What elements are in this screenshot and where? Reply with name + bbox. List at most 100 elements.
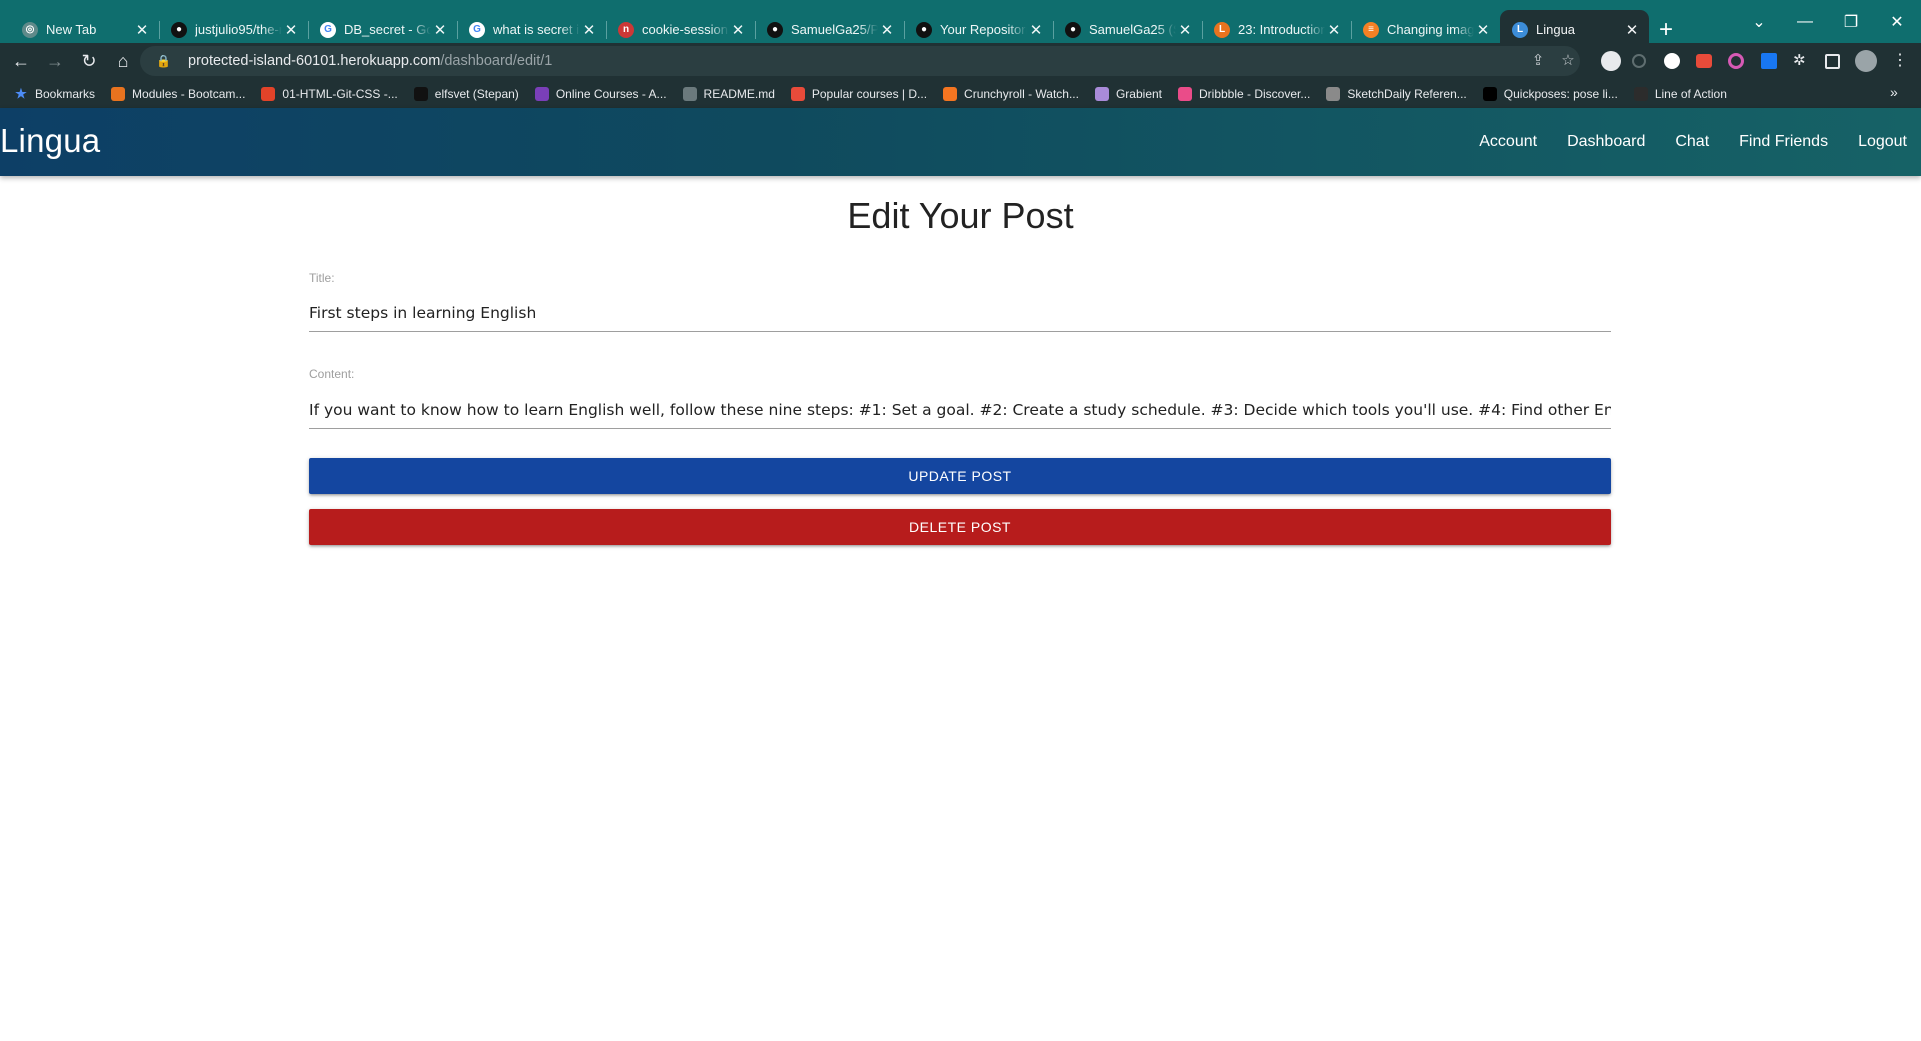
update-post-button[interactable]: UPDATE POST <box>309 458 1611 494</box>
bookmark-item[interactable]: elfsvet (Stepan) <box>413 86 519 101</box>
tab-close-icon[interactable]: ✕ <box>729 21 747 39</box>
tab-close-icon[interactable]: ✕ <box>1623 21 1641 39</box>
bookmark-star-icon[interactable]: ☆ <box>1560 53 1576 69</box>
tab-title: Your Repositorie <box>940 22 1027 37</box>
tab-title: DB_secret - Goo <box>344 22 431 37</box>
tab-strip: ◎ New Tab ✕ ● justjulio95/the-r ✕ G DB_secret -… <box>0 0 1921 49</box>
bookmark-label: Popular courses | D... <box>811 86 928 101</box>
google-icon: G <box>320 21 336 38</box>
extension-icon[interactable] <box>1664 53 1680 69</box>
bookmark-item[interactable]: Line of Action <box>1633 86 1727 101</box>
extension-icon[interactable] <box>1728 53 1744 69</box>
nav-dashboard-link[interactable]: Dashboard <box>1567 133 1645 151</box>
nav-links: Account Dashboard Chat Find Friends Logo… <box>1449 133 1907 151</box>
share-icon[interactable]: ⇪ <box>1530 53 1546 69</box>
bookmark-item[interactable]: Popular courses | D... <box>790 86 928 101</box>
title-label: Title: <box>309 271 335 285</box>
tab-title: 23: Introduction <box>1238 22 1325 37</box>
back-icon[interactable]: ← <box>6 46 36 76</box>
bookmark-label: SketchDaily Referen... <box>1347 86 1467 101</box>
content-input[interactable]: If you want to know how to learn English… <box>309 395 1611 429</box>
tab-close-icon[interactable]: ✕ <box>133 21 151 39</box>
bookmark-item[interactable]: Online Courses - A... <box>534 86 667 101</box>
gitlab-icon <box>261 86 276 101</box>
bookmark-label: Dribbble - Discover... <box>1199 86 1311 101</box>
course-icon <box>790 86 805 101</box>
tab-search-button[interactable]: ⌄ <box>1736 0 1782 44</box>
extension-icon[interactable] <box>1601 51 1621 71</box>
reload-icon[interactable]: ↻ <box>74 46 104 76</box>
bookmark-label: Quickposes: pose li... <box>1503 86 1618 101</box>
minimize-button[interactable]: — <box>1782 0 1828 44</box>
bookmark-item[interactable]: 01-HTML-Git-CSS -... <box>261 86 398 101</box>
tab-title: New Tab <box>46 22 97 37</box>
github-icon: ● <box>916 21 932 38</box>
forward-icon[interactable]: → <box>40 46 70 76</box>
bookmark-item[interactable]: Quickposes: pose li... <box>1482 86 1618 101</box>
globe-icon <box>682 86 697 101</box>
title-input[interactable]: First steps in learning English <box>309 298 1611 332</box>
gradient-icon <box>1094 86 1109 101</box>
app-navbar: Lingua Account Dashboard Chat Find Frien… <box>0 108 1921 176</box>
dribbble-icon <box>1178 86 1192 101</box>
bootcamp-icon: L <box>1214 21 1230 38</box>
crunchyroll-icon <box>943 86 958 101</box>
bookmarks-overflow-icon[interactable]: » <box>1890 84 1898 100</box>
url-path: /dashboard/edit/1 <box>440 53 553 69</box>
tab-close-icon[interactable]: ✕ <box>1474 21 1492 39</box>
bookmark-label: Grabient <box>1115 86 1162 101</box>
github-icon <box>413 86 428 101</box>
tab-title: justjulio95/the-r <box>195 22 282 37</box>
tab-close-icon[interactable]: ✕ <box>580 21 598 39</box>
tab-close-icon[interactable]: ✕ <box>1176 21 1194 39</box>
tab-close-icon[interactable]: ✕ <box>878 21 896 39</box>
url-host: protected-island-60101.herokuapp.com <box>188 53 441 69</box>
avatar[interactable] <box>1855 50 1877 72</box>
close-window-button[interactable]: ✕ <box>1874 0 1920 44</box>
bookmark-item[interactable]: ★ Bookmarks <box>14 85 95 101</box>
tab-title: Lingua <box>1536 22 1576 37</box>
tab-close-icon[interactable]: ✕ <box>1027 21 1045 39</box>
bookmark-item[interactable]: Dribbble - Discover... <box>1178 86 1311 101</box>
star-icon: ★ <box>15 85 27 101</box>
home-icon[interactable]: ⌂ <box>108 46 138 76</box>
figure-icon <box>1633 86 1648 101</box>
lingua-icon: L <box>1512 21 1528 38</box>
brand-logo[interactable]: Lingua <box>0 122 100 160</box>
github-icon: ● <box>767 21 783 38</box>
bookmark-item[interactable]: SketchDaily Referen... <box>1326 86 1467 101</box>
sidepanel-icon[interactable] <box>1825 54 1840 69</box>
delete-post-button[interactable]: DELETE POST <box>309 509 1611 545</box>
stackoverflow-icon: ≡ <box>1363 21 1379 38</box>
menu-icon[interactable]: ⋮ <box>1892 51 1908 71</box>
puzzle-icon[interactable]: ✲ <box>1793 53 1809 69</box>
nav-account-link[interactable]: Account <box>1479 133 1537 151</box>
sync-icon[interactable] <box>1632 54 1646 68</box>
tab-close-icon[interactable]: ✕ <box>1325 21 1343 39</box>
tab-close-icon[interactable]: ✕ <box>431 21 449 39</box>
address-bar[interactable]: 🔒 protected-island-60101.herokuapp.com/d… <box>140 46 1580 76</box>
tab-close-icon[interactable]: ✕ <box>282 21 300 39</box>
restore-button[interactable]: ❐ <box>1828 0 1874 44</box>
bookmark-label: elfsvet (Stepan) <box>434 86 519 101</box>
nav-logout-link[interactable]: Logout <box>1858 133 1907 151</box>
bookmark-label: Online Courses - A... <box>555 86 667 101</box>
nav-chat-link[interactable]: Chat <box>1675 133 1709 151</box>
bookmark-label: README.md <box>703 86 775 101</box>
github-icon: ● <box>1065 21 1081 38</box>
sketch-icon <box>1326 86 1341 101</box>
nav-find-friends-link[interactable]: Find Friends <box>1739 133 1828 151</box>
bookmark-item[interactable]: Crunchyroll - Watch... <box>943 86 1079 101</box>
bookmark-item[interactable]: Grabient <box>1094 86 1162 101</box>
extension-icon[interactable] <box>1696 54 1712 68</box>
google-icon: G <box>469 21 485 38</box>
tab-title: cookie-session - <box>642 22 729 37</box>
bookmark-item[interactable]: Modules - Bootcam... <box>111 86 245 101</box>
tab-title: Changing image <box>1387 22 1474 37</box>
extension-icon[interactable] <box>1761 53 1777 69</box>
content-label: Content: <box>309 367 355 381</box>
tab-title: SamuelGa25/Pr <box>791 22 878 37</box>
course-icon <box>534 86 549 101</box>
bookmark-item[interactable]: README.md <box>682 86 775 101</box>
chrome-icon: ◎ <box>22 21 38 38</box>
